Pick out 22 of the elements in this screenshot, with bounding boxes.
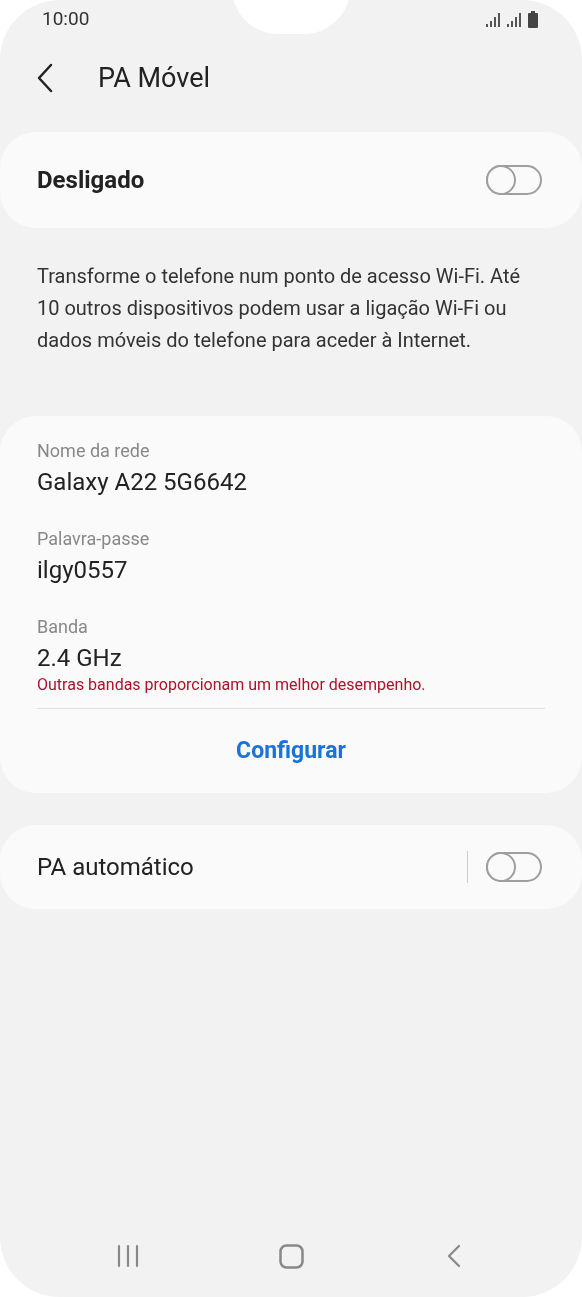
switch-label: PA automático	[37, 852, 195, 883]
setting-label: Palavra-passe	[37, 527, 151, 551]
description-text: Transforme o telefone num ponto de acesso Wi-Fi. Até 10 outros dispositivos podem usar a ligação Wi-Fi ou dados móveis do telefone para aceder à Internet.	[36, 263, 522, 354]
back-icon	[447, 1244, 461, 1268]
configure-button[interactable]: Configurar	[228, 733, 354, 769]
page-title: PA Móvel	[98, 60, 211, 96]
toggle-switch[interactable]	[486, 165, 542, 195]
recents-icon	[116, 1244, 140, 1268]
setting-label: Banda	[37, 615, 89, 639]
battery-icon	[528, 10, 538, 28]
setting-value: ilgy0557	[37, 555, 129, 586]
setting-value: Galaxy A22 5G6642	[37, 467, 248, 498]
warning-text: Outras bandas proporcionam um melhor desempenho.	[37, 674, 427, 696]
setting-value: 2.4 GHz	[37, 643, 123, 674]
signal-icon	[507, 11, 522, 27]
status-time: 10:00	[42, 5, 90, 32]
switch-label: Desligado	[37, 165, 145, 196]
home-icon	[278, 1243, 304, 1269]
toggle-switch[interactable]	[486, 852, 542, 882]
back-icon	[36, 63, 54, 93]
setting-label: Nome da rede	[37, 439, 151, 463]
signal-icon	[486, 11, 501, 27]
